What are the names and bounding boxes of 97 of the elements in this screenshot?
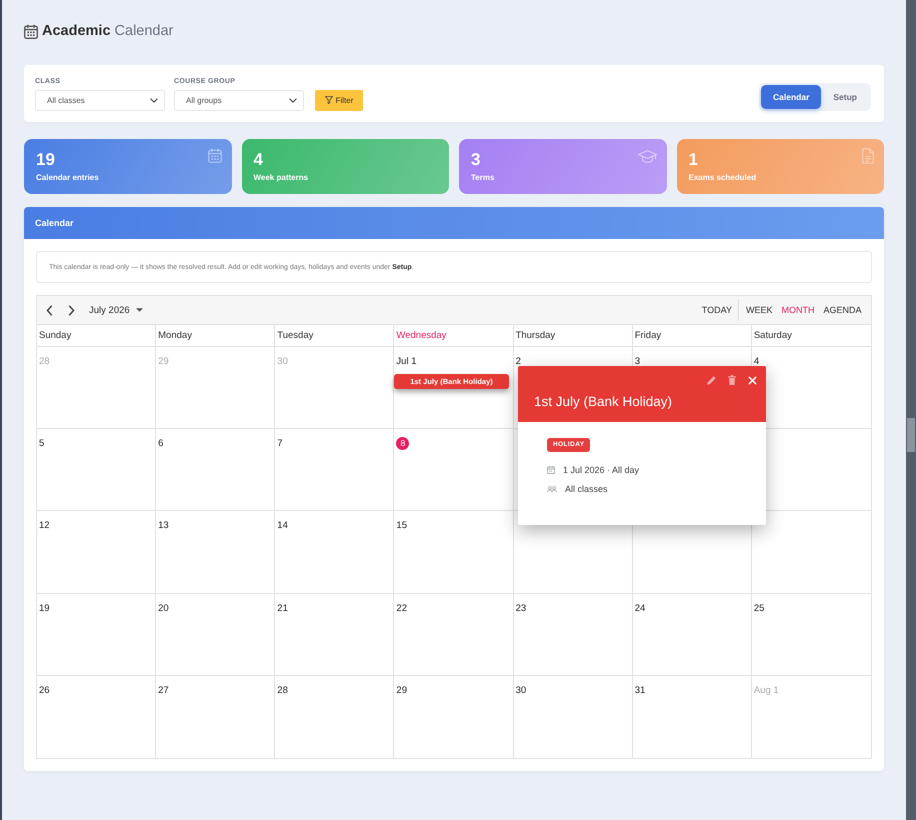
today-button[interactable]: TODAY bbox=[697, 300, 736, 320]
day-number: Jul 1 bbox=[396, 356, 416, 367]
day-cell[interactable]: 31 bbox=[632, 676, 752, 758]
day-cell[interactable]: 27 bbox=[156, 676, 276, 758]
day-cell[interactable]: 15 bbox=[394, 511, 514, 594]
funnel-icon bbox=[324, 96, 333, 104]
day-number: 26 bbox=[39, 684, 50, 696]
day-number: 4 bbox=[754, 356, 760, 367]
day-cell[interactable]: 19 bbox=[37, 594, 156, 676]
calendar-icon bbox=[24, 24, 38, 38]
close-icon[interactable] bbox=[748, 376, 757, 384]
day-number: 20 bbox=[158, 602, 169, 614]
day-number: 3 bbox=[634, 356, 640, 367]
day-number: 7 bbox=[277, 438, 283, 450]
day-cell[interactable]: 12 bbox=[37, 511, 156, 594]
stat-label: Calendar entries bbox=[36, 173, 99, 183]
day-cell[interactable]: 24 bbox=[632, 594, 752, 676]
day-number: 12 bbox=[39, 520, 50, 532]
calendar-icon bbox=[208, 148, 222, 163]
day-cell[interactable]: 25 bbox=[752, 594, 871, 676]
weekday-header: Saturday bbox=[752, 329, 793, 343]
day-number: Aug 1 bbox=[754, 684, 779, 696]
tab[interactable]: Setup bbox=[821, 84, 869, 108]
day-number: 19 bbox=[39, 602, 50, 614]
day-cell[interactable]: 23 bbox=[514, 594, 633, 676]
day-cell[interactable]: 28 bbox=[275, 676, 394, 758]
day-number: 22 bbox=[396, 602, 407, 614]
document-icon bbox=[862, 148, 874, 164]
calendar-icon bbox=[547, 466, 555, 474]
day-number: 23 bbox=[516, 602, 526, 614]
day-number: 24 bbox=[634, 602, 646, 614]
chevron-down-icon bbox=[289, 98, 297, 102]
view-tab[interactable]: AGENDA bbox=[818, 300, 866, 320]
day-cell[interactable]: 21 bbox=[275, 594, 394, 676]
day-number: 25 bbox=[754, 602, 764, 614]
day-number: 30 bbox=[516, 684, 526, 696]
stat-label: Terms bbox=[471, 173, 494, 183]
day-number: 29 bbox=[158, 356, 169, 367]
weekday-header: Sunday bbox=[37, 325, 156, 346]
day-number: 30 bbox=[277, 356, 288, 367]
filter-button[interactable]: Filter bbox=[315, 90, 363, 110]
chevron-down-icon bbox=[150, 98, 158, 102]
stat-value: 3 bbox=[471, 151, 480, 168]
day-cell[interactable]: 22 bbox=[394, 594, 514, 676]
day-number: 31 bbox=[634, 684, 646, 696]
day-number: 6 bbox=[158, 438, 164, 450]
view-tab[interactable]: WEEK bbox=[741, 300, 777, 320]
day-cell[interactable]: 30 bbox=[514, 676, 633, 758]
scrollbar[interactable] bbox=[906, 0, 916, 820]
day-cell[interactable]: 20 bbox=[156, 594, 276, 676]
day-cell[interactable]: 5 bbox=[37, 429, 156, 512]
weekday-header: Monday bbox=[156, 325, 276, 346]
day-number: 28 bbox=[39, 356, 50, 367]
day-cell[interactable]: 8 bbox=[394, 429, 514, 512]
stat-label: Week patterns bbox=[254, 173, 308, 183]
weekday-header: Tuesday bbox=[275, 325, 394, 346]
day-number: 28 bbox=[277, 684, 288, 696]
stat-value: 4 bbox=[254, 151, 263, 168]
graduation-cap-icon bbox=[638, 150, 656, 163]
day-cell[interactable]: 13 bbox=[156, 511, 276, 594]
day-number: 13 bbox=[158, 520, 169, 532]
month-picker[interactable]: July 2026 bbox=[89, 304, 143, 316]
day-number: 8 bbox=[396, 437, 410, 450]
day-number: 5 bbox=[39, 438, 44, 450]
day-number: 21 bbox=[277, 602, 288, 614]
day-number: 27 bbox=[158, 684, 169, 696]
day-cell[interactable]: 29 bbox=[394, 676, 514, 758]
trash-icon[interactable] bbox=[728, 375, 736, 385]
day-number: 2 bbox=[516, 356, 521, 367]
date-text: 1 Jul 2026 · All day bbox=[563, 465, 640, 475]
day-cell[interactable]: 26 bbox=[37, 676, 156, 758]
day-cell[interactable]: 14 bbox=[275, 511, 394, 594]
scrollbar-thumb[interactable] bbox=[907, 418, 915, 452]
day-cell[interactable]: 7 bbox=[275, 429, 394, 512]
chevron-right-icon[interactable] bbox=[68, 304, 75, 316]
stat-label: Exams scheduled bbox=[688, 173, 756, 183]
weekday-header: Wednesday bbox=[394, 325, 514, 346]
stat-value: 1 bbox=[688, 151, 698, 168]
day-number: 29 bbox=[396, 684, 407, 696]
select-field[interactable]: All classes bbox=[35, 90, 165, 110]
stat-value: 19 bbox=[36, 151, 55, 168]
weekday-header: Thursday bbox=[514, 325, 633, 346]
chevron-left-icon[interactable] bbox=[46, 304, 53, 316]
pencil-icon[interactable] bbox=[707, 376, 716, 384]
view-tab[interactable]: MONTH bbox=[776, 300, 819, 320]
day-number: 15 bbox=[396, 520, 407, 532]
people-icon bbox=[547, 486, 557, 492]
day-cell[interactable]: 6 bbox=[156, 429, 276, 512]
caret-icon bbox=[136, 308, 143, 312]
tab[interactable]: Calendar bbox=[761, 84, 822, 108]
audience-text: All classes bbox=[565, 484, 608, 494]
popup-title: 1st July (Bank Holiday) bbox=[534, 393, 672, 410]
day-number: 14 bbox=[277, 520, 288, 532]
page-title: Academic Calendar bbox=[42, 22, 174, 41]
panel-title: Calendar bbox=[35, 218, 74, 228]
weekday-header: Friday bbox=[632, 325, 752, 346]
select-field[interactable]: All groups bbox=[174, 90, 304, 110]
